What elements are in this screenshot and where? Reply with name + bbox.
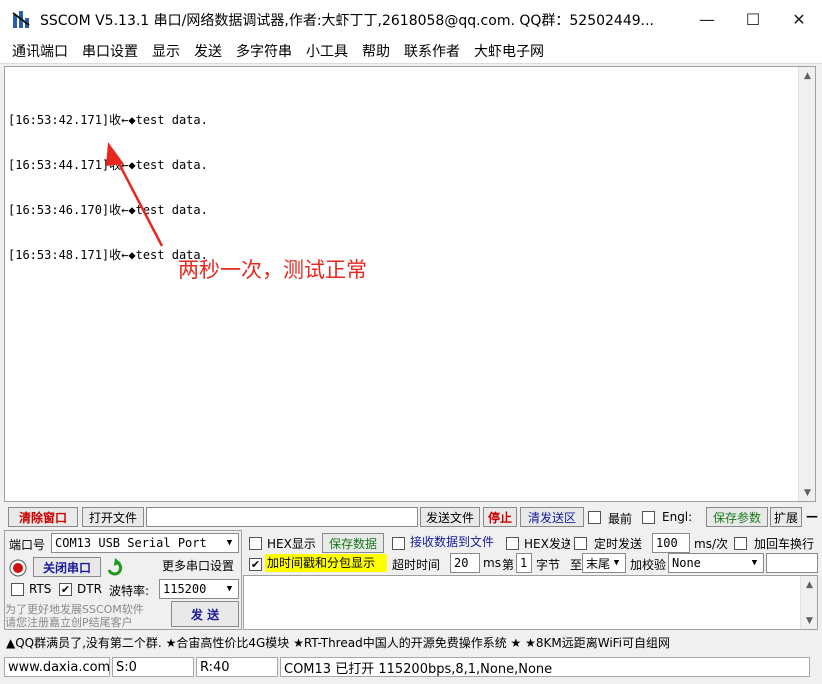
menu-help[interactable]: 帮助 <box>356 41 396 61</box>
receive-scrollbar[interactable]: ▲ ▼ <box>798 67 815 501</box>
hex-display-label: HEX显示 <box>267 537 316 551</box>
scroll-up-icon[interactable]: ▲ <box>799 67 816 84</box>
promo-line: 请您注册嘉立创P结尾客户 <box>5 616 133 629</box>
window-title: SSCOM V5.13.1 串口/网络数据调试器,作者:大虾丁丁,2618058… <box>40 13 655 29</box>
timestamp-checkbox[interactable]: ✔ <box>249 558 262 571</box>
menu-serial-settings[interactable]: 串口设置 <box>76 41 144 61</box>
rts-label: RTS <box>29 582 52 596</box>
checksum-result <box>766 553 818 573</box>
maximize-button[interactable]: ☐ <box>730 0 776 38</box>
timeout-label: 超时时间 <box>392 558 441 572</box>
dash-button[interactable]: — <box>806 509 818 523</box>
menu-daxia-site[interactable]: 大虾电子网 <box>468 41 550 61</box>
status-port-info: COM13 已打开 115200bps,8,1,None,None <box>280 657 810 677</box>
timeout-input[interactable]: 20 <box>450 553 480 573</box>
menu-send[interactable]: 发送 <box>188 41 228 61</box>
menu-display[interactable]: 显示 <box>146 41 186 61</box>
menu-comm-port[interactable]: 通讯端口 <box>6 41 74 61</box>
save-params-button[interactable]: 保存参数 <box>706 507 768 527</box>
nth-label: 第 <box>502 558 515 572</box>
add-crlf-checkbox[interactable] <box>734 537 747 550</box>
checksum-value: None <box>672 556 701 570</box>
more-settings-button[interactable]: 更多串口设置 <box>155 555 241 575</box>
port-label: 端口号 <box>9 538 46 552</box>
english-label: Engl: <box>662 510 693 524</box>
promo-text: 为了更好地发展SSCOM软件 请您注册嘉立创P结尾客户 <box>5 603 157 629</box>
menu-contact[interactable]: 联系作者 <box>398 41 466 61</box>
menu-bar: 通讯端口 串口设置 显示 发送 多字符串 小工具 帮助 联系作者 大虾电子网 <box>0 38 822 64</box>
receive-area[interactable]: [16:53:42.171]收←◆test data. [16:53:44.17… <box>4 66 816 502</box>
open-file-button[interactable]: 打开文件 <box>82 507 144 527</box>
title-bar: SSCOM V5.13.1 串口/网络数据调试器,作者:大虾丁丁,2618058… <box>0 0 822 38</box>
stop-button[interactable]: 停止 <box>483 507 517 527</box>
timed-send-label: 定时发送 <box>594 537 643 551</box>
chevron-down-icon: ▼ <box>751 558 758 568</box>
send-file-button[interactable]: 发送文件 <box>420 507 480 527</box>
port-status-icon <box>9 559 27 577</box>
status-received: R:40 <box>196 657 278 677</box>
promo-line: 为了更好地发展SSCOM软件 <box>5 603 144 616</box>
status-bar: www.daxia.com S:0 R:40 COM13 已打开 115200b… <box>0 655 822 678</box>
timed-send-checkbox[interactable] <box>574 537 587 550</box>
chevron-down-icon: ▼ <box>613 558 620 568</box>
baud-select[interactable]: 115200 ▼ <box>159 579 239 599</box>
timeout-unit: ms <box>483 556 501 570</box>
status-sent: S:0 <box>112 657 194 677</box>
close-port-button[interactable]: 关闭串口 <box>33 557 101 577</box>
rts-checkbox[interactable] <box>11 583 24 596</box>
send-scrollbar[interactable]: ▲ ▼ <box>800 576 817 629</box>
minimize-button[interactable]: — <box>684 0 730 38</box>
ticker-text: ▲QQ群满员了,没有第二个群. ★合宙高性价比4G模块 ★RT-Thread中国… <box>6 636 671 650</box>
to-label: 至 <box>570 558 583 572</box>
chevron-down-icon: ▼ <box>226 538 233 548</box>
scroll-down-icon[interactable]: ▼ <box>799 484 816 501</box>
clear-window-button[interactable]: 清除窗口 <box>8 507 78 527</box>
recv-to-file-checkbox[interactable] <box>392 537 405 550</box>
hex-display-checkbox[interactable] <box>249 537 262 550</box>
add-crlf-label: 加回车换行 <box>754 537 815 551</box>
expand-button[interactable]: 扩展 <box>770 507 802 527</box>
checksum-label: 加校验 <box>630 558 667 572</box>
hex-send-label: HEX发送 <box>524 537 570 551</box>
send-input[interactable]: ▲ ▼ <box>243 575 818 630</box>
end-value: 末尾 <box>586 556 611 571</box>
status-site[interactable]: www.daxia.com <box>4 657 110 677</box>
dtr-checkbox[interactable]: ✔ <box>59 583 72 596</box>
recv-to-file-label: 接收数据到文件 <box>410 535 495 549</box>
end-select[interactable]: 末尾 ▼ <box>582 553 626 573</box>
chevron-down-icon: ▼ <box>226 584 233 594</box>
close-button[interactable]: ✕ <box>776 0 822 38</box>
timestamp-label: 加时间戳和分包显示 <box>265 554 387 572</box>
port-panel: 端口号 COM13 USB Serial Port ▼ 关闭串口 更多串口设置 … <box>4 530 242 630</box>
interval-input[interactable]: 100 <box>652 533 690 553</box>
baud-label: 波特率: <box>109 584 150 598</box>
annotation-arrow <box>106 142 164 247</box>
port-select[interactable]: COM13 USB Serial Port ▼ <box>51 533 239 553</box>
last-checkbox[interactable] <box>588 511 601 524</box>
english-checkbox[interactable] <box>642 511 655 524</box>
annotation-text: 两秒一次，测试正常 <box>178 258 367 282</box>
hex-send-checkbox[interactable] <box>506 537 519 550</box>
clear-send-button[interactable]: 清发送区 <box>520 507 584 527</box>
checksum-select[interactable]: None ▼ <box>668 553 764 573</box>
file-toolbar: 清除窗口 打开文件 发送文件 停止 清发送区 最前 Engl: 保存参数 扩展 … <box>4 507 822 529</box>
byte-label: 字节 <box>536 558 561 572</box>
baud-value: 115200 <box>163 582 207 596</box>
scroll-up-icon[interactable]: ▲ <box>801 576 818 593</box>
dtr-label: DTR <box>77 582 102 596</box>
byte-index-input[interactable]: 1 <box>516 553 532 573</box>
scroll-down-icon[interactable]: ▼ <box>801 612 818 629</box>
last-label: 最前 <box>608 512 633 526</box>
menu-tools[interactable]: 小工具 <box>300 41 354 61</box>
file-path-input[interactable] <box>146 507 418 527</box>
receive-line: [16:53:42.171]收←◆test data. <box>8 113 208 127</box>
interval-unit: ms/次 <box>694 537 728 551</box>
refresh-icon[interactable] <box>105 558 125 578</box>
save-data-button[interactable]: 保存数据 <box>322 533 384 553</box>
port-value: COM13 USB Serial Port <box>55 536 207 550</box>
send-button[interactable]: 发 送 <box>171 601 239 627</box>
sscom-app-icon <box>12 11 30 28</box>
menu-multi-string[interactable]: 多字符串 <box>230 41 298 61</box>
